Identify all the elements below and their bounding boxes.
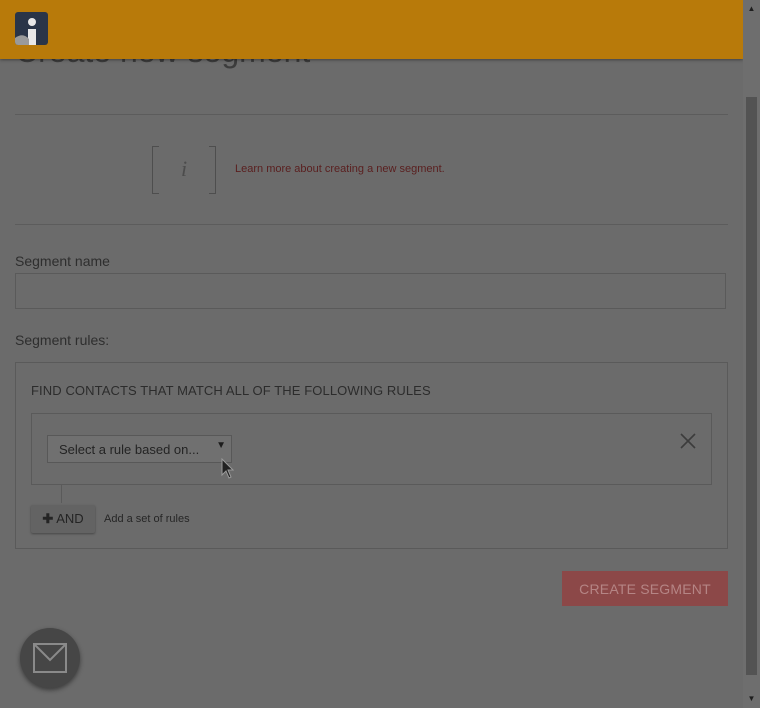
scroll-up-arrow-icon[interactable]: ▲ xyxy=(743,2,760,16)
rules-panel: FIND CONTACTS THAT MATCH ALL OF THE FOLL… xyxy=(15,362,728,549)
segment-rules-label: Segment rules: xyxy=(15,332,110,348)
plus-icon: ✚ xyxy=(42,511,54,526)
page-content: Create new segment i Learn more about cr… xyxy=(0,0,743,708)
envelope-icon[interactable] xyxy=(20,628,80,688)
scroll-down-arrow-icon[interactable]: ▼ xyxy=(743,692,760,706)
segment-name-label: Segment name xyxy=(15,253,110,269)
add-set-of-rules-text: Add a set of rules xyxy=(104,513,190,525)
vertical-scrollbar[interactable]: ▲ ▼ xyxy=(743,0,760,708)
caret-down-icon: ▼ xyxy=(216,440,226,451)
rule-select-dropdown[interactable]: Select a rule based on... ▼ xyxy=(47,435,232,463)
divider-middle xyxy=(15,224,728,225)
segment-name-input[interactable] xyxy=(15,273,726,309)
create-segment-button[interactable]: CREATE SEGMENT xyxy=(562,571,728,606)
rule-select-value: Select a rule based on... xyxy=(59,442,200,457)
rules-heading: FIND CONTACTS THAT MATCH ALL OF THE FOLL… xyxy=(31,383,431,398)
info-icon: i xyxy=(152,146,216,194)
scrollbar-thumb[interactable] xyxy=(746,97,757,675)
app-viewport: Create new segment i Learn more about cr… xyxy=(0,0,760,708)
divider-top xyxy=(15,114,728,115)
add-and-rule-button[interactable]: ✚ AND xyxy=(31,505,95,533)
info-glyph: i xyxy=(180,156,188,181)
rule-connector-line xyxy=(61,485,62,503)
info-logo-icon[interactable] xyxy=(15,12,48,45)
top-header-bar xyxy=(0,0,743,59)
learn-more-link[interactable]: Learn more about creating a new segment. xyxy=(235,163,445,175)
and-button-label: AND xyxy=(56,511,84,526)
close-icon[interactable] xyxy=(679,432,697,450)
rule-row: Select a rule based on... ▼ xyxy=(31,413,712,485)
